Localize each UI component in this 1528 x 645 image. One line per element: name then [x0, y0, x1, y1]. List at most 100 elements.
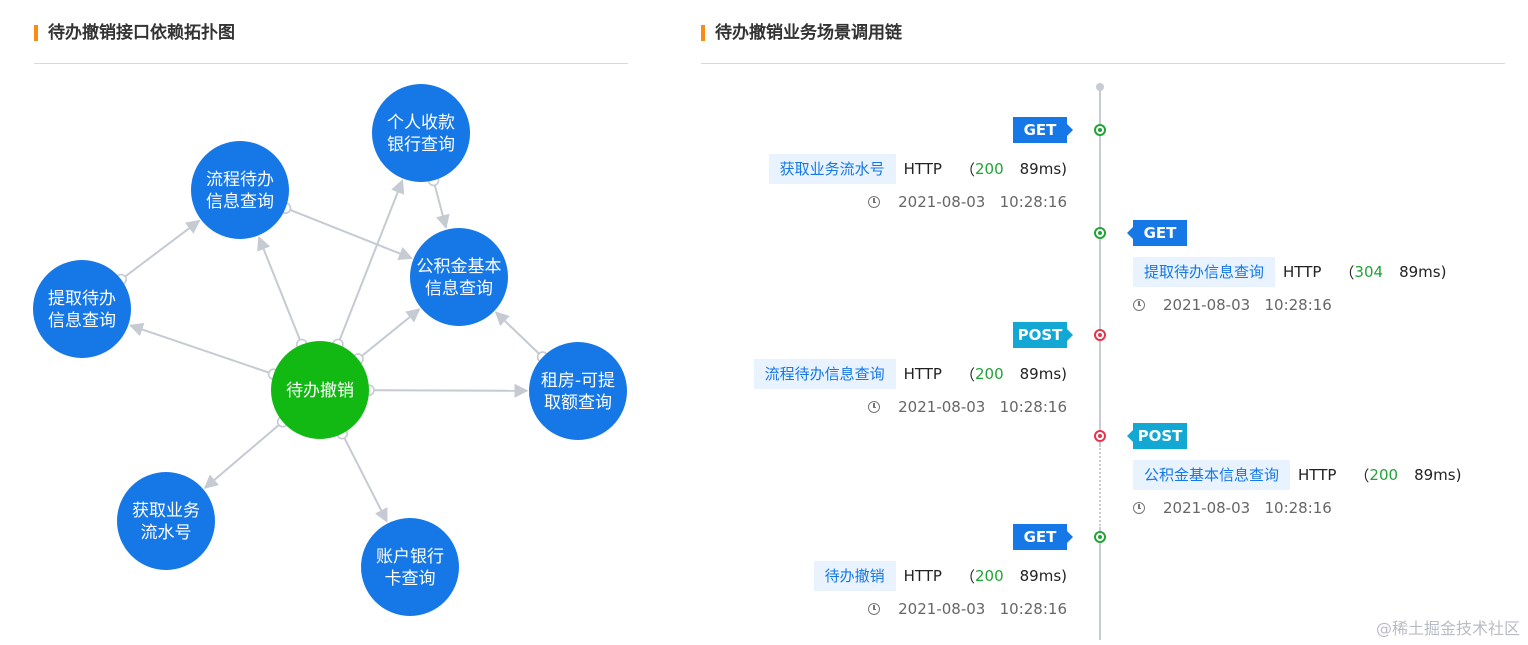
- call-protocol: HTTP: [903, 567, 942, 585]
- trace-call-row[interactable]: 公积金基本信息查询 HTTP （200 89ms): [1133, 460, 1461, 490]
- timeline-node-dot: [1094, 430, 1106, 442]
- call-protocol: HTTP: [1298, 466, 1337, 484]
- topology-node-circle[interactable]: [372, 84, 470, 182]
- topology-node-label: 待办撤销: [286, 381, 354, 401]
- call-duration: 89ms: [1019, 567, 1062, 585]
- trace-call-row[interactable]: 提取待办信息查询 HTTP （304 89ms): [1133, 257, 1446, 287]
- trace-divider: [701, 63, 1505, 64]
- clock-icon: [868, 603, 881, 615]
- topology-node-circle[interactable]: [361, 518, 459, 616]
- paren-close: ): [1061, 567, 1067, 585]
- topology-node-label: 个人收款: [387, 113, 455, 133]
- topology-node-circle[interactable]: [117, 472, 215, 570]
- call-duration: 89ms: [1414, 466, 1456, 484]
- topology-node-label: 信息查询: [206, 192, 274, 212]
- call-timestamp: 2021-08-03 10:28:16: [1163, 296, 1332, 314]
- topology-node-circle[interactable]: [529, 342, 627, 440]
- topology-node-label: 信息查询: [425, 279, 493, 299]
- method-badge: GET: [1013, 117, 1073, 143]
- paren-close: ): [1455, 466, 1462, 484]
- trace-call-time: 2021-08-03 10:28:16: [868, 599, 1067, 619]
- topology-node-label: 取额查询: [544, 393, 612, 413]
- trace-call-row[interactable]: 待办撤销 HTTP （200 89ms): [813, 561, 1067, 591]
- topology-node-label: 流水号: [141, 523, 192, 543]
- timeline-node-dot: [1094, 124, 1106, 136]
- clock-icon: [1133, 502, 1145, 514]
- topology-node-n2[interactable]: 流程待办信息查询: [191, 141, 289, 239]
- timeline-axis: [1099, 87, 1101, 445]
- topology-node-label: 账户银行: [376, 547, 444, 567]
- topology-node-label: 提取待办: [48, 289, 116, 309]
- call-protocol: HTTP: [903, 160, 942, 178]
- call-name[interactable]: 流程待办信息查询: [753, 359, 896, 389]
- call-timestamp: 2021-08-03 10:28:16: [1163, 499, 1332, 517]
- topology-node-center[interactable]: 待办撤销: [271, 341, 369, 439]
- paren-close: ): [1061, 365, 1067, 383]
- call-protocol: HTTP: [903, 365, 942, 383]
- paren-close: ): [1440, 263, 1447, 281]
- topology-node-circle[interactable]: [191, 141, 289, 239]
- call-name[interactable]: 获取业务流水号: [768, 154, 896, 184]
- call-timestamp: 2021-08-03 10:28:16: [898, 193, 1067, 211]
- timeline-axis-end: [1099, 529, 1101, 640]
- timeline-node-dot: [1094, 329, 1106, 341]
- edge-n5-n4: [494, 311, 544, 358]
- call-duration: 89ms: [1019, 160, 1062, 178]
- call-name[interactable]: 提取待办信息查询: [1133, 257, 1276, 287]
- topology-node-label: 租房-可提: [541, 371, 615, 391]
- topology-node-n4[interactable]: 公积金基本信息查询: [410, 228, 508, 326]
- topology-node-n1[interactable]: 个人收款银行查询: [372, 84, 470, 182]
- trace-call-row[interactable]: 获取业务流水号 HTTP （200 89ms): [768, 154, 1067, 184]
- call-status-code: 200: [974, 365, 1004, 383]
- topology-node-n3[interactable]: 提取待办信息查询: [33, 260, 131, 358]
- topology-node-n6[interactable]: 获取业务流水号: [117, 472, 215, 570]
- paren-open: （: [1354, 466, 1370, 485]
- trace-call-time: 2021-08-03 10:28:16: [868, 192, 1067, 212]
- call-timestamp: 2021-08-03 10:28:16: [898, 600, 1067, 618]
- call-name[interactable]: 公积金基本信息查询: [1133, 460, 1291, 490]
- edge-n1-n4: [432, 180, 450, 230]
- topology-graph: 待办撤销个人收款银行查询流程待办信息查询提取待办信息查询公积金基本信息查询租房-…: [33, 84, 627, 616]
- method-badge: GET: [1013, 524, 1073, 550]
- edge-n2-n4: [285, 207, 413, 261]
- call-status-code: 200: [1369, 466, 1399, 484]
- clock-icon: [868, 196, 881, 208]
- edge-center-n3: [128, 322, 274, 376]
- edge-center-n7: [341, 433, 388, 523]
- trace-call-row[interactable]: 流程待办信息查询 HTTP （200 89ms): [753, 359, 1067, 389]
- edge-center-n2: [257, 236, 303, 345]
- topology-node-label: 获取业务: [132, 501, 200, 521]
- topology-node-label: 流程待办: [206, 170, 274, 190]
- clock-icon: [868, 401, 881, 413]
- call-name[interactable]: 待办撤销: [813, 561, 896, 591]
- edge-center-n4: [357, 308, 421, 360]
- topology-node-label: 公积金基本: [417, 257, 502, 277]
- topology-node-circle[interactable]: [33, 260, 131, 358]
- call-duration: 89ms: [1399, 263, 1441, 281]
- trace-title: 待办撤销业务场景调用链: [701, 22, 902, 44]
- edge-center-n5: [368, 383, 529, 398]
- topology-node-label: 卡查询: [385, 569, 436, 589]
- timeline-node-dot: [1094, 227, 1106, 239]
- topology-node-n7[interactable]: 账户银行卡查询: [361, 518, 459, 616]
- timeline-axis-dashed: [1099, 445, 1101, 529]
- method-badge: POST: [1127, 423, 1187, 449]
- paren-open: （: [959, 160, 975, 179]
- call-status-code: 200: [974, 567, 1004, 585]
- call-timestamp: 2021-08-03 10:28:16: [898, 398, 1067, 416]
- topology-node-circle[interactable]: [410, 228, 508, 326]
- call-protocol: HTTP: [1283, 263, 1322, 281]
- paren-open: （: [1339, 263, 1355, 282]
- topology-node-label: 银行查询: [387, 135, 455, 155]
- paren-close: ): [1061, 160, 1067, 178]
- topology-node-label: 信息查询: [48, 311, 116, 331]
- trace-call-time: 2021-08-03 10:28:16: [1133, 295, 1332, 315]
- paren-open: （: [959, 567, 975, 586]
- timeline-node-dot: [1094, 531, 1106, 543]
- edge-center-n6: [203, 420, 284, 489]
- trace-call-time: 2021-08-03 10:28:16: [868, 397, 1067, 417]
- clock-icon: [1133, 299, 1145, 311]
- method-badge: POST: [1013, 322, 1073, 348]
- edge-n3-n2: [120, 219, 201, 281]
- topology-node-n5[interactable]: 租房-可提取额查询: [529, 342, 627, 440]
